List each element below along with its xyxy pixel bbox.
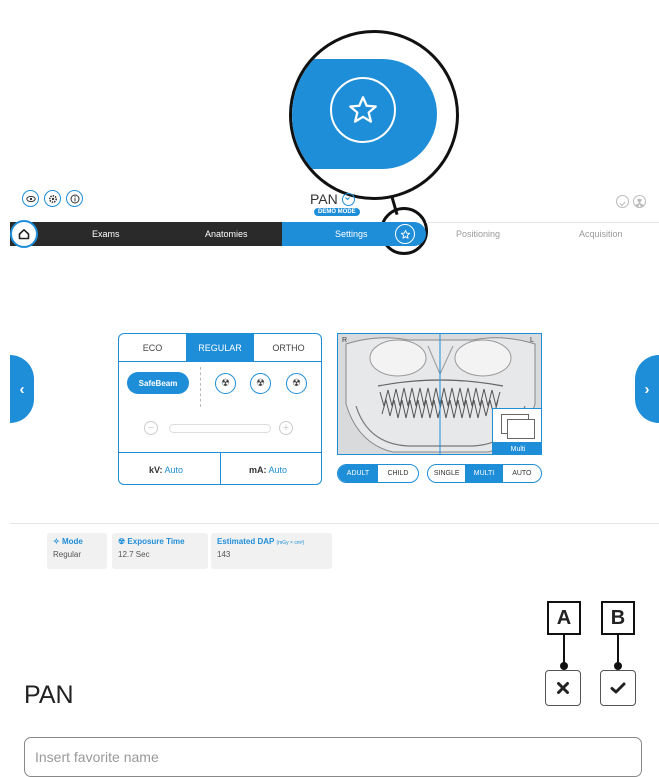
kv-readout: kV: Auto	[149, 465, 184, 475]
callout-b-dot	[614, 662, 622, 670]
panel-separator	[200, 367, 202, 407]
eye-icon[interactable]	[22, 190, 39, 207]
section-divider	[10, 523, 659, 524]
right-marker: R	[342, 337, 348, 344]
radiation-icon	[633, 195, 646, 208]
star-icon[interactable]	[395, 224, 415, 244]
nav-item-anatomies[interactable]: Anatomies	[205, 229, 248, 239]
multi-capture-box[interactable]: Multi	[492, 408, 541, 454]
close-icon	[557, 682, 569, 694]
decrease-button[interactable]: −	[144, 421, 158, 435]
confirm-button[interactable]	[600, 670, 636, 706]
nav-item-exams[interactable]: Exams	[92, 229, 120, 239]
capture-mode-toggle: SINGLE MULTI AUTO	[427, 464, 542, 483]
prev-arrow-button[interactable]: ‹	[10, 355, 34, 423]
auto-option[interactable]: AUTO	[503, 465, 541, 482]
dose-low-icon[interactable]: ☢	[215, 373, 236, 394]
kv-ma-row: kV: Auto mA: Auto	[119, 452, 321, 484]
chevron-down-icon[interactable]	[341, 192, 355, 206]
multi-option[interactable]: MULTI	[465, 465, 503, 482]
cancel-button[interactable]	[545, 670, 581, 706]
mode-ortho-tab[interactable]: ORTHO	[254, 334, 321, 362]
callout-b-label: B	[601, 601, 635, 635]
exposure-slider[interactable]	[169, 424, 271, 433]
adult-option[interactable]: ADULT	[338, 465, 378, 482]
dap-card: Estimated DAP (mGy × cm²) 143	[211, 533, 332, 569]
nav-bar-dark	[10, 222, 297, 246]
info-icon[interactable]	[66, 190, 83, 207]
xray-preview: R L Multi	[337, 333, 542, 455]
exam-title: PAN	[310, 191, 355, 207]
radiation-small-icon: ☢	[118, 537, 126, 546]
dose-medium-icon[interactable]: ☢	[250, 373, 271, 394]
nav-item-acquisition[interactable]: Acquisition	[579, 229, 623, 239]
patient-type-toggle: ADULT CHILD	[337, 464, 419, 483]
mode-eco-tab[interactable]: ECO	[119, 334, 186, 362]
nav-divider	[426, 222, 659, 223]
next-arrow-button[interactable]: ›	[635, 355, 659, 423]
ma-readout: mA: Auto	[249, 465, 288, 475]
single-option[interactable]: SINGLE	[428, 465, 465, 482]
mode-card: ✧ Mode Regular	[47, 533, 107, 569]
mode-icon: ✧	[53, 537, 60, 546]
exposure-time-card: ☢ Exposure Time 12.7 Sec	[112, 533, 208, 569]
favorite-name-input[interactable]	[24, 737, 642, 777]
dose-high-icon[interactable]: ☢	[286, 373, 307, 394]
nav-item-positioning[interactable]: Positioning	[456, 229, 500, 239]
check-circle-icon	[616, 195, 629, 208]
favorite-title: PAN	[24, 681, 74, 709]
safebeam-button[interactable]: SafeBeam	[127, 372, 189, 394]
callout-a-stem	[563, 635, 565, 665]
nav-item-settings[interactable]: Settings	[335, 229, 368, 239]
demo-mode-badge: DEMO MODE	[314, 208, 360, 216]
callout-a-dot	[560, 662, 568, 670]
home-icon[interactable]	[10, 220, 38, 248]
check-icon	[610, 682, 626, 694]
mode-regular-tab[interactable]: REGULAR	[186, 334, 254, 362]
left-marker: L	[530, 337, 534, 344]
child-option[interactable]: CHILD	[378, 465, 418, 482]
callout-a-label: A	[547, 601, 581, 635]
gear-icon[interactable]	[44, 190, 61, 207]
multi-label: Multi	[493, 442, 541, 454]
increase-button[interactable]: +	[279, 421, 293, 435]
exposure-settings-panel: ECO REGULAR ORTHO SafeBeam ☢ ☢ ☢ − + kV:…	[118, 333, 322, 485]
magnifier-callout	[289, 30, 459, 200]
callout-b-stem	[617, 635, 619, 665]
magnified-star-icon	[330, 77, 396, 143]
